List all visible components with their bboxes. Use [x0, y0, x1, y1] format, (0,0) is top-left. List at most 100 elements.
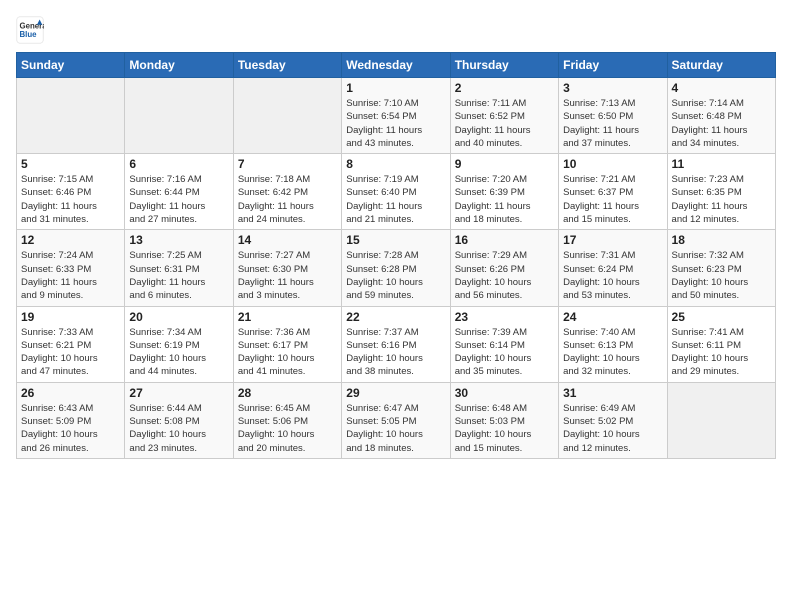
day-info: Sunrise: 7:13 AM Sunset: 6:50 PM Dayligh…: [563, 97, 662, 150]
day-number: 19: [21, 310, 120, 324]
day-info: Sunrise: 7:15 AM Sunset: 6:46 PM Dayligh…: [21, 173, 120, 226]
day-info: Sunrise: 6:45 AM Sunset: 5:06 PM Dayligh…: [238, 402, 337, 455]
day-info: Sunrise: 7:11 AM Sunset: 6:52 PM Dayligh…: [455, 97, 554, 150]
day-number: 3: [563, 81, 662, 95]
day-number: 29: [346, 386, 445, 400]
calendar-cell: [667, 382, 775, 458]
day-info: Sunrise: 7:37 AM Sunset: 6:16 PM Dayligh…: [346, 326, 445, 379]
calendar-cell: 6 Sunrise: 7:16 AM Sunset: 6:44 PM Daylig…: [125, 154, 233, 230]
calendar-cell: 21 Sunrise: 7:36 AM Sunset: 6:17 PM Dayli…: [233, 306, 341, 382]
calendar-cell: 31 Sunrise: 6:49 AM Sunset: 5:02 PM Dayli…: [559, 382, 667, 458]
day-number: 23: [455, 310, 554, 324]
calendar-cell: 11 Sunrise: 7:23 AM Sunset: 6:35 PM Dayli…: [667, 154, 775, 230]
day-info: Sunrise: 7:10 AM Sunset: 6:54 PM Dayligh…: [346, 97, 445, 150]
day-info: Sunrise: 7:28 AM Sunset: 6:28 PM Dayligh…: [346, 249, 445, 302]
calendar-cell: 28 Sunrise: 6:45 AM Sunset: 5:06 PM Dayli…: [233, 382, 341, 458]
calendar-cell: 20 Sunrise: 7:34 AM Sunset: 6:19 PM Dayli…: [125, 306, 233, 382]
day-number: 1: [346, 81, 445, 95]
day-info: Sunrise: 7:21 AM Sunset: 6:37 PM Dayligh…: [563, 173, 662, 226]
calendar-cell: 26 Sunrise: 6:43 AM Sunset: 5:09 PM Dayli…: [17, 382, 125, 458]
day-info: Sunrise: 7:23 AM Sunset: 6:35 PM Dayligh…: [672, 173, 771, 226]
calendar-cell: 25 Sunrise: 7:41 AM Sunset: 6:11 PM Dayli…: [667, 306, 775, 382]
day-number: 12: [21, 233, 120, 247]
day-info: Sunrise: 6:47 AM Sunset: 5:05 PM Dayligh…: [346, 402, 445, 455]
calendar-week-5: 26 Sunrise: 6:43 AM Sunset: 5:09 PM Dayli…: [17, 382, 776, 458]
calendar-week-1: 1 Sunrise: 7:10 AM Sunset: 6:54 PM Daylig…: [17, 78, 776, 154]
day-number: 27: [129, 386, 228, 400]
day-info: Sunrise: 7:41 AM Sunset: 6:11 PM Dayligh…: [672, 326, 771, 379]
calendar-cell: 9 Sunrise: 7:20 AM Sunset: 6:39 PM Daylig…: [450, 154, 558, 230]
day-info: Sunrise: 7:34 AM Sunset: 6:19 PM Dayligh…: [129, 326, 228, 379]
calendar-week-3: 12Sunrise: 7:24 AM Sunset: 6:33 PM Dayli…: [17, 230, 776, 306]
logo-icon: General Blue: [16, 16, 44, 44]
day-info: Sunrise: 7:20 AM Sunset: 6:39 PM Dayligh…: [455, 173, 554, 226]
weekday-header-sunday: Sunday: [17, 53, 125, 78]
day-number: 28: [238, 386, 337, 400]
day-number: 21: [238, 310, 337, 324]
calendar-cell: 27 Sunrise: 6:44 AM Sunset: 5:08 PM Dayli…: [125, 382, 233, 458]
calendar-cell: 29 Sunrise: 6:47 AM Sunset: 5:05 PM Dayli…: [342, 382, 450, 458]
day-number: 25: [672, 310, 771, 324]
day-info: Sunrise: 7:36 AM Sunset: 6:17 PM Dayligh…: [238, 326, 337, 379]
calendar-cell: 18Sunrise: 7:32 AM Sunset: 6:23 PM Dayli…: [667, 230, 775, 306]
calendar-table: SundayMondayTuesdayWednesdayThursdayFrid…: [16, 52, 776, 459]
calendar-cell: 24 Sunrise: 7:40 AM Sunset: 6:13 PM Dayli…: [559, 306, 667, 382]
day-number: 18: [672, 233, 771, 247]
day-number: 10: [563, 157, 662, 171]
day-info: Sunrise: 7:40 AM Sunset: 6:13 PM Dayligh…: [563, 326, 662, 379]
day-info: Sunrise: 6:43 AM Sunset: 5:09 PM Dayligh…: [21, 402, 120, 455]
day-number: 4: [672, 81, 771, 95]
day-info: Sunrise: 6:44 AM Sunset: 5:08 PM Dayligh…: [129, 402, 228, 455]
day-number: 31: [563, 386, 662, 400]
calendar-cell: 2 Sunrise: 7:11 AM Sunset: 6:52 PM Daylig…: [450, 78, 558, 154]
calendar-cell: 16 Sunrise: 7:29 AM Sunset: 6:26 PM Dayli…: [450, 230, 558, 306]
day-number: 14: [238, 233, 337, 247]
day-info: Sunrise: 7:27 AM Sunset: 6:30 PM Dayligh…: [238, 249, 337, 302]
day-number: 17: [563, 233, 662, 247]
day-info: Sunrise: 7:31 AM Sunset: 6:24 PM Dayligh…: [563, 249, 662, 302]
day-info: Sunrise: 7:19 AM Sunset: 6:40 PM Dayligh…: [346, 173, 445, 226]
weekday-header-monday: Monday: [125, 53, 233, 78]
calendar-cell: 23 Sunrise: 7:39 AM Sunset: 6:14 PM Dayli…: [450, 306, 558, 382]
weekday-header-wednesday: Wednesday: [342, 53, 450, 78]
calendar-week-4: 19 Sunrise: 7:33 AM Sunset: 6:21 PM Dayli…: [17, 306, 776, 382]
weekday-header-saturday: Saturday: [667, 53, 775, 78]
calendar-cell: 1 Sunrise: 7:10 AM Sunset: 6:54 PM Daylig…: [342, 78, 450, 154]
calendar-cell: [17, 78, 125, 154]
day-info: Sunrise: 6:49 AM Sunset: 5:02 PM Dayligh…: [563, 402, 662, 455]
day-number: 22: [346, 310, 445, 324]
day-number: 26: [21, 386, 120, 400]
day-number: 11: [672, 157, 771, 171]
calendar-cell: 7 Sunrise: 7:18 AM Sunset: 6:42 PM Daylig…: [233, 154, 341, 230]
day-number: 30: [455, 386, 554, 400]
calendar-cell: 14 Sunrise: 7:27 AM Sunset: 6:30 PM Dayli…: [233, 230, 341, 306]
day-info: Sunrise: 7:25 AM Sunset: 6:31 PM Dayligh…: [129, 249, 228, 302]
calendar-cell: 10 Sunrise: 7:21 AM Sunset: 6:37 PM Dayli…: [559, 154, 667, 230]
calendar-cell: 30Sunrise: 6:48 AM Sunset: 5:03 PM Dayli…: [450, 382, 558, 458]
svg-text:Blue: Blue: [20, 30, 38, 39]
day-number: 20: [129, 310, 228, 324]
day-number: 24: [563, 310, 662, 324]
weekday-header-friday: Friday: [559, 53, 667, 78]
calendar-cell: 5Sunrise: 7:15 AM Sunset: 6:46 PM Daylig…: [17, 154, 125, 230]
day-number: 16: [455, 233, 554, 247]
calendar-cell: [125, 78, 233, 154]
day-info: Sunrise: 7:18 AM Sunset: 6:42 PM Dayligh…: [238, 173, 337, 226]
weekday-header-row: SundayMondayTuesdayWednesdayThursdayFrid…: [17, 53, 776, 78]
day-number: 7: [238, 157, 337, 171]
day-info: Sunrise: 7:14 AM Sunset: 6:48 PM Dayligh…: [672, 97, 771, 150]
day-info: Sunrise: 7:39 AM Sunset: 6:14 PM Dayligh…: [455, 326, 554, 379]
day-info: Sunrise: 7:33 AM Sunset: 6:21 PM Dayligh…: [21, 326, 120, 379]
day-number: 15: [346, 233, 445, 247]
day-number: 6: [129, 157, 228, 171]
page-header: General Blue: [16, 16, 776, 44]
calendar-cell: 8Sunrise: 7:19 AM Sunset: 6:40 PM Daylig…: [342, 154, 450, 230]
day-info: Sunrise: 7:16 AM Sunset: 6:44 PM Dayligh…: [129, 173, 228, 226]
day-number: 9: [455, 157, 554, 171]
day-number: 13: [129, 233, 228, 247]
day-info: Sunrise: 7:29 AM Sunset: 6:26 PM Dayligh…: [455, 249, 554, 302]
calendar-cell: 3 Sunrise: 7:13 AM Sunset: 6:50 PM Daylig…: [559, 78, 667, 154]
calendar-cell: 4 Sunrise: 7:14 AM Sunset: 6:48 PM Daylig…: [667, 78, 775, 154]
day-number: 2: [455, 81, 554, 95]
calendar-cell: 15 Sunrise: 7:28 AM Sunset: 6:28 PM Dayli…: [342, 230, 450, 306]
